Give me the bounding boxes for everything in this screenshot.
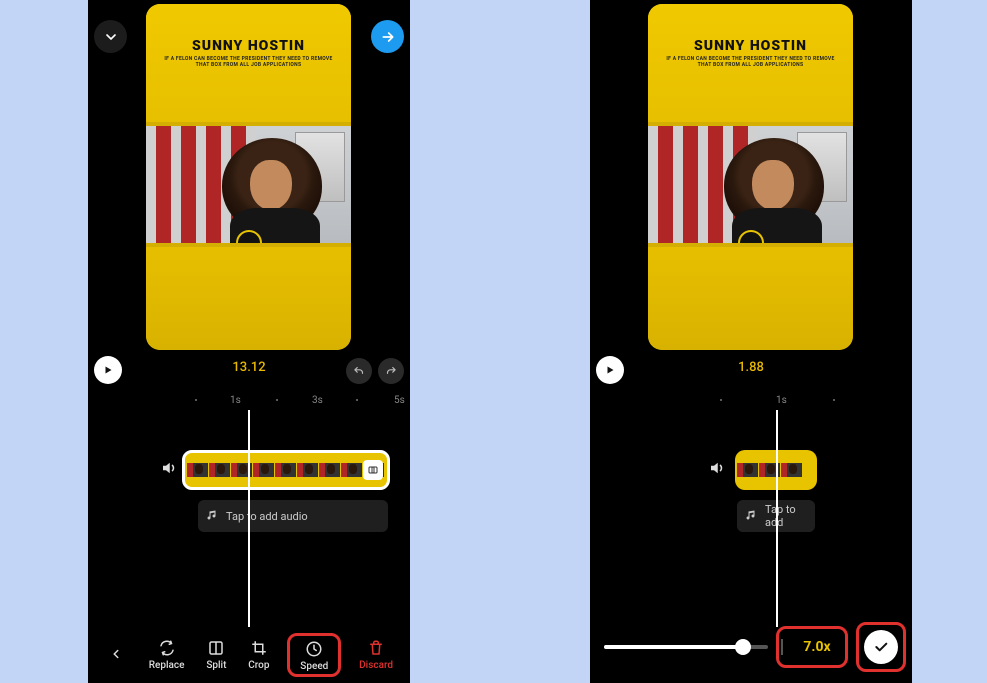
crop-button[interactable]: Crop <box>244 637 273 673</box>
collapse-button[interactable] <box>94 20 127 53</box>
editor-screen-tools: SUNNY HOSTIN IF A FELON CAN BECOME THE P… <box>88 0 410 683</box>
speed-slider[interactable] <box>604 627 768 667</box>
add-audio-row[interactable]: Tap to add audio <box>198 500 388 532</box>
confirm-speed-button[interactable] <box>864 630 898 664</box>
speed-control-bar: 7.0x <box>590 619 912 675</box>
slider-knob[interactable] <box>735 639 751 655</box>
undo-button[interactable] <box>346 358 372 384</box>
video-preview: SUNNY HOSTIN IF A FELON CAN BECOME THE P… <box>88 0 410 360</box>
play-button[interactable] <box>596 356 624 384</box>
preview-thumb[interactable]: SUNNY HOSTIN IF A FELON CAN BECOME THE P… <box>648 4 853 350</box>
volume-icon[interactable] <box>160 459 178 477</box>
music-icon <box>745 509 757 524</box>
thumb-subtitle: IF A FELON CAN BECOME THE PRESIDENT THEY… <box>648 56 853 68</box>
playhead[interactable] <box>248 410 250 627</box>
redo-button[interactable] <box>378 358 404 384</box>
preview-thumb[interactable]: SUNNY HOSTIN IF A FELON CAN BECOME THE P… <box>146 4 351 350</box>
timeline[interactable]: 1s 3s 5s Tap to add audio <box>88 392 410 627</box>
audio-label: Tap to add <box>765 503 805 529</box>
discard-button[interactable]: Discard <box>355 637 397 673</box>
edit-toolbar: Replace Split Crop Speed Discard <box>88 627 410 683</box>
video-clip[interactable] <box>182 450 390 490</box>
video-preview: SUNNY HOSTIN IF A FELON CAN BECOME THE P… <box>590 0 912 360</box>
split-button[interactable]: Split <box>202 637 230 673</box>
time-ruler: 1s <box>590 392 912 412</box>
replace-button[interactable]: Replace <box>145 637 189 673</box>
music-icon <box>206 509 218 524</box>
play-button[interactable] <box>94 356 122 384</box>
time-ruler: 1s 3s 5s <box>88 392 410 412</box>
volume-icon[interactable] <box>708 459 726 477</box>
thumb-title: SUNNY HOSTIN <box>648 38 853 56</box>
thumb-subtitle: IF A FELON CAN BECOME THE PRESIDENT THEY… <box>146 56 351 68</box>
speed-button[interactable]: Speed <box>287 633 341 677</box>
thumb-title: SUNNY HOSTIN <box>146 38 351 56</box>
duration-label: 13.12 <box>232 360 265 375</box>
timeline[interactable]: 1s Tap to add <box>590 392 912 627</box>
editor-screen-speed: SUNNY HOSTIN IF A FELON CAN BECOME THE P… <box>590 0 912 683</box>
duration-label: 1.88 <box>738 360 764 375</box>
playhead[interactable] <box>776 410 778 627</box>
speed-value-label: 7.0x <box>795 639 839 655</box>
transition-icon[interactable] <box>363 460 383 480</box>
back-button[interactable] <box>101 638 131 673</box>
audio-label: Tap to add audio <box>226 510 308 523</box>
next-button[interactable] <box>371 20 404 53</box>
